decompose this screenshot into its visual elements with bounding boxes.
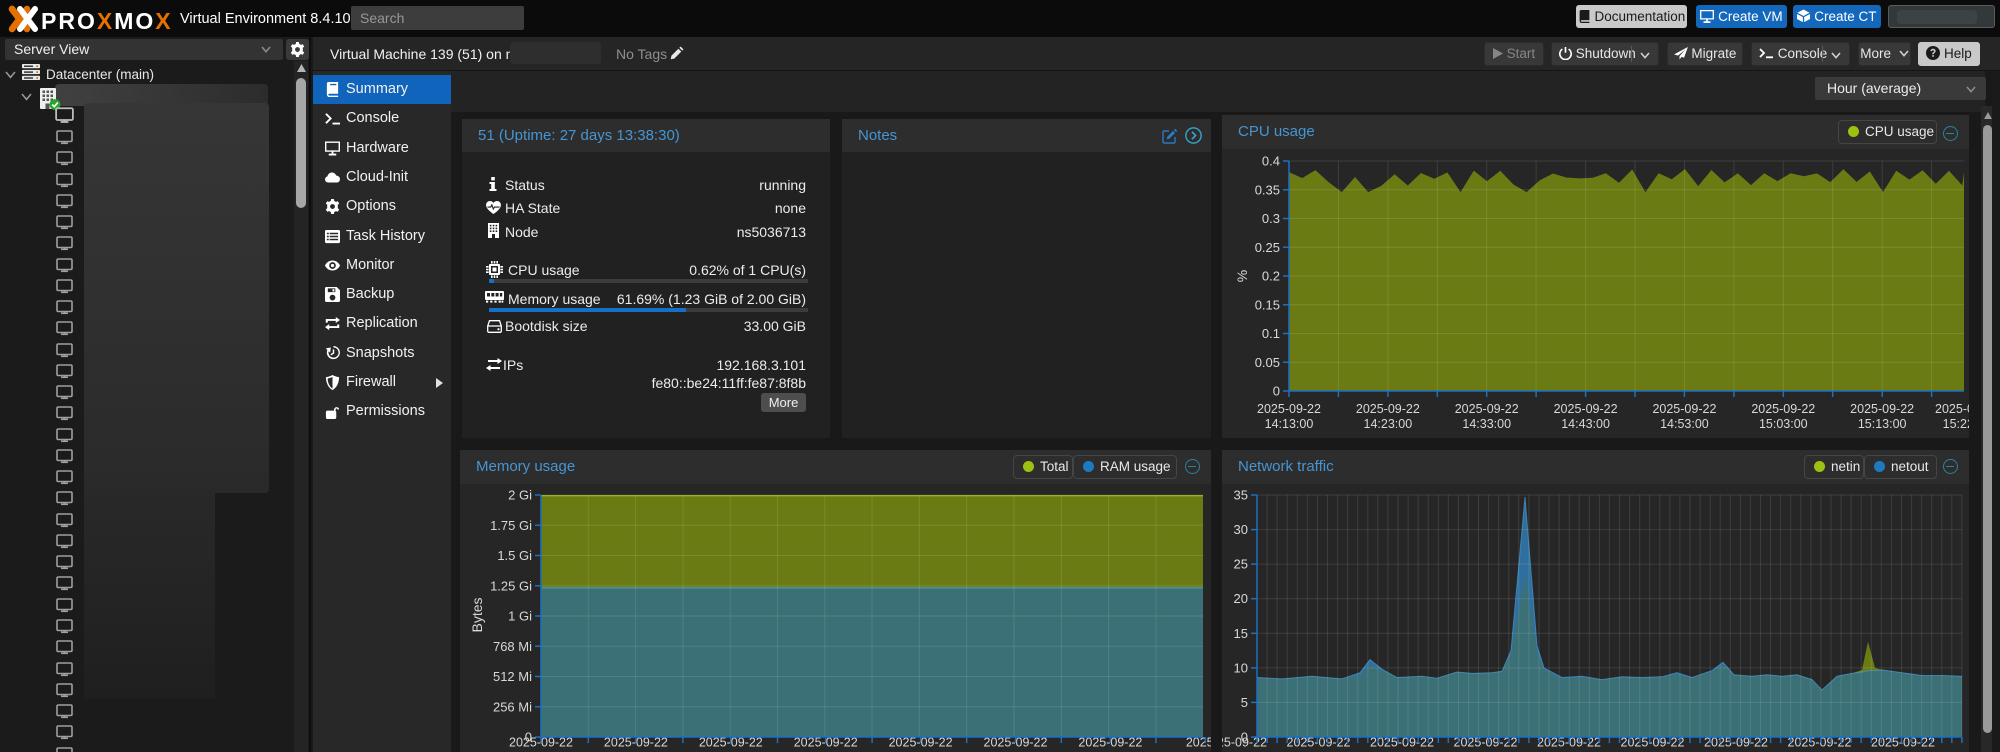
- svg-text:1.5 Gi: 1.5 Gi: [497, 548, 532, 563]
- svg-text:2025-09-22: 2025-09-22: [1356, 402, 1420, 416]
- svg-text:0.15: 0.15: [1255, 297, 1280, 312]
- svg-text:0.4: 0.4: [1262, 154, 1280, 169]
- svg-text:14:23:00: 14:23:00: [1364, 417, 1413, 431]
- svg-text:2025-09-22: 2025-09-22: [1751, 402, 1815, 416]
- svg-text:768 Mi: 768 Mi: [493, 639, 532, 654]
- svg-text:25: 25: [1234, 557, 1248, 572]
- svg-text:0.05: 0.05: [1255, 355, 1280, 370]
- svg-text:2025-09-22: 2025-09-22: [1257, 402, 1321, 416]
- svg-text:5: 5: [1241, 695, 1248, 710]
- svg-text:0.25: 0.25: [1255, 240, 1280, 255]
- svg-text:20: 20: [1234, 591, 1248, 606]
- svg-text:10: 10: [1234, 660, 1248, 675]
- svg-text:14:33:00: 14:33:00: [1462, 417, 1511, 431]
- svg-text:2025-09-22: 2025-09-22: [1850, 402, 1914, 416]
- svg-text:0: 0: [1273, 384, 1280, 399]
- svg-text:1.75 Gi: 1.75 Gi: [490, 518, 532, 533]
- svg-text:14:13:00: 14:13:00: [1265, 417, 1314, 431]
- svg-text:1.25 Gi: 1.25 Gi: [490, 578, 532, 593]
- svg-text:30: 30: [1234, 522, 1248, 537]
- svg-text:15:22:00: 15:22:00: [1943, 417, 1969, 431]
- svg-text:0.35: 0.35: [1255, 182, 1280, 197]
- svg-text:14:53:00: 14:53:00: [1660, 417, 1709, 431]
- svg-text:0.1: 0.1: [1262, 326, 1280, 341]
- svg-text:15:03:00: 15:03:00: [1759, 417, 1808, 431]
- svg-text:512 Mi: 512 Mi: [493, 669, 532, 684]
- svg-text:%: %: [1234, 270, 1250, 282]
- svg-text:1 Gi: 1 Gi: [508, 609, 532, 624]
- svg-text:2025-09-22: 2025-09-22: [1935, 402, 1969, 416]
- svg-text:15:13:00: 15:13:00: [1858, 417, 1907, 431]
- svg-text:256 Mi: 256 Mi: [493, 699, 532, 714]
- svg-text:2025-09-22: 2025-09-22: [1455, 402, 1519, 416]
- svg-text:2025-09-22: 2025-09-22: [1554, 402, 1618, 416]
- svg-text:14:43:00: 14:43:00: [1561, 417, 1610, 431]
- svg-text:35: 35: [1234, 488, 1248, 503]
- svg-text:15: 15: [1234, 626, 1248, 641]
- svg-text:Bytes: Bytes: [469, 597, 485, 632]
- svg-text:2025-09-22: 2025-09-22: [1652, 402, 1716, 416]
- svg-text:2 Gi: 2 Gi: [508, 488, 532, 503]
- svg-text:0.3: 0.3: [1262, 211, 1280, 226]
- svg-text:0.2: 0.2: [1262, 269, 1280, 284]
